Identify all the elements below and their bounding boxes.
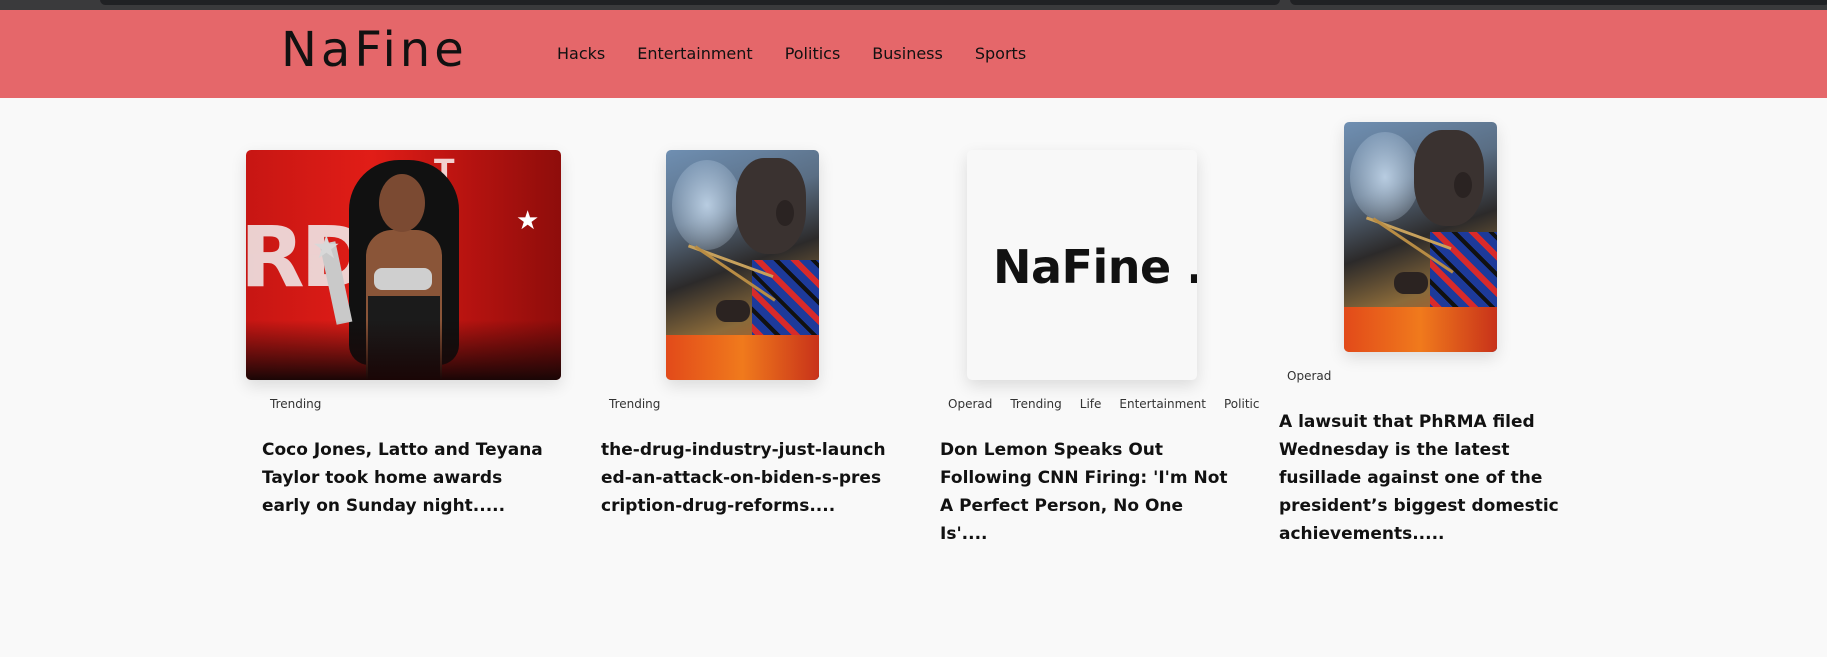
star-decoration: ★ xyxy=(516,206,540,236)
fire-making-photo[interactable] xyxy=(666,150,819,380)
browser-address-bar[interactable] xyxy=(100,0,1280,5)
tag-link[interactable]: Politic xyxy=(1224,397,1259,411)
post-title[interactable]: the-drug-industry-just-launched-an-attac… xyxy=(601,436,891,520)
tag-link[interactable]: Operad xyxy=(948,397,992,411)
nav-item-sports[interactable]: Sports xyxy=(975,44,1026,63)
nav-item-politics[interactable]: Politics xyxy=(785,44,841,63)
browser-toolbar-area[interactable] xyxy=(1290,0,1827,5)
logo-card-text: NaFine . xyxy=(993,240,1197,294)
tag-link[interactable]: Trending xyxy=(609,397,660,411)
post-tags: Trending xyxy=(609,397,678,411)
post-tags: Trending xyxy=(270,397,339,411)
post-title[interactable]: Coco Jones, Latto and Teyana Taylor took… xyxy=(262,436,552,520)
post-tags: Operad xyxy=(1287,369,1349,383)
tag-link[interactable]: Trending xyxy=(1010,397,1061,411)
post-title[interactable]: Don Lemon Speaks Out Following CNN Firin… xyxy=(940,436,1230,548)
site-header: NaFine Hacks Entertainment Politics Busi… xyxy=(0,10,1827,98)
site-logo[interactable]: NaFine xyxy=(281,22,468,78)
tag-link[interactable]: Operad xyxy=(1287,369,1331,383)
nafine-logo-card[interactable]: NaFine . xyxy=(967,150,1197,380)
nav-item-business[interactable]: Business xyxy=(872,44,943,63)
tag-link[interactable]: Trending xyxy=(270,397,321,411)
main-nav: Hacks Entertainment Politics Business Sp… xyxy=(557,44,1058,63)
awards-stage-photo[interactable]: T RDS ★ ★ xyxy=(246,150,561,380)
tag-link[interactable]: Entertainment xyxy=(1119,397,1206,411)
nav-item-hacks[interactable]: Hacks xyxy=(557,44,605,63)
nav-item-entertainment[interactable]: Entertainment xyxy=(637,44,752,63)
fire-making-photo[interactable] xyxy=(1344,122,1497,352)
browser-chrome-strip xyxy=(0,0,1827,10)
post-tags: Operad Trending Life Entertainment Polit… xyxy=(948,397,1277,411)
tag-link[interactable]: Life xyxy=(1080,397,1102,411)
post-title[interactable]: A lawsuit that PhRMA filed Wednesday is … xyxy=(1279,408,1569,548)
